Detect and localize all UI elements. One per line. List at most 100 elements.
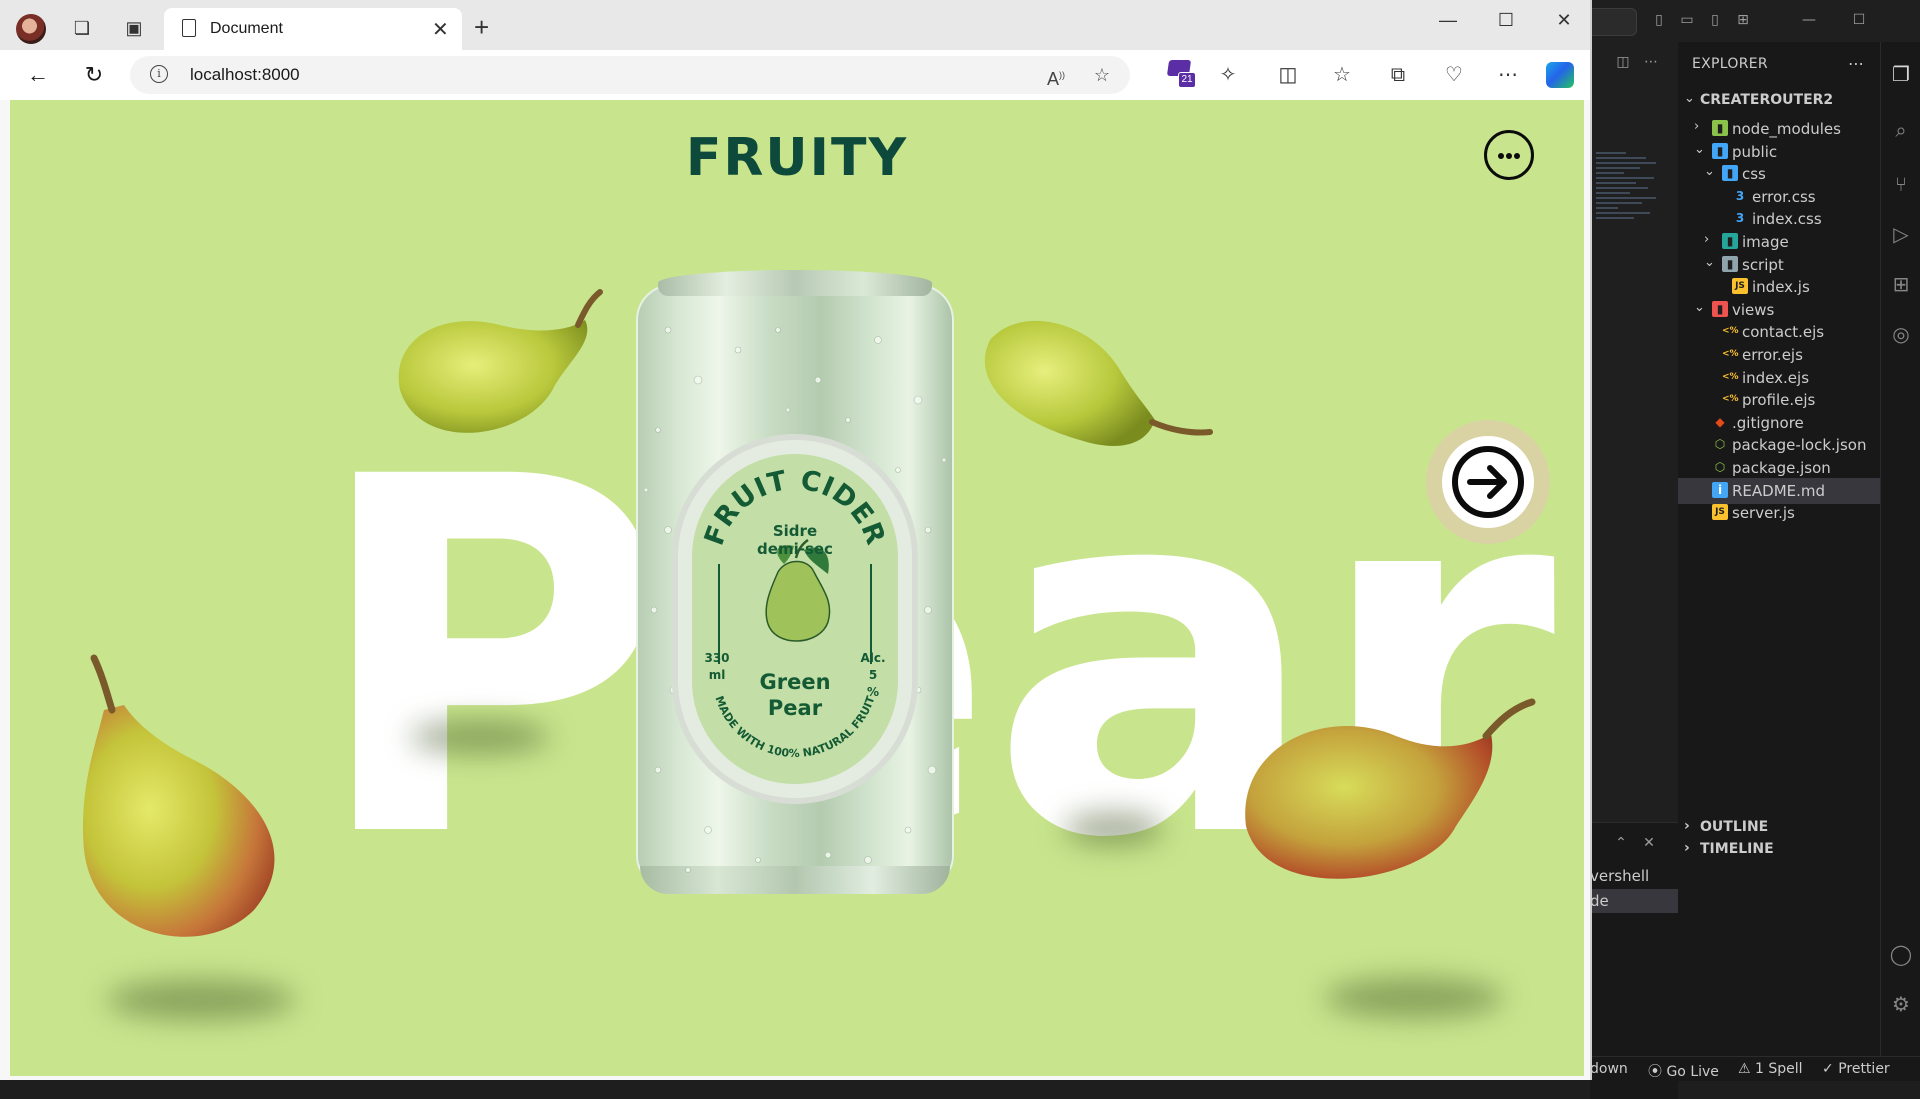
tree-item-label: index.ejs bbox=[1742, 368, 1810, 387]
minimize-icon[interactable]: — bbox=[1800, 12, 1818, 28]
label-rule-left bbox=[718, 564, 720, 664]
settings-more-icon[interactable]: ⋯ bbox=[1494, 62, 1522, 88]
pear-shadow bbox=[106, 980, 296, 1020]
can-label-inner: FRUIT CIDER MADE WITH 100% NATURAL FRUIT bbox=[692, 454, 898, 784]
settings-gear-icon[interactable]: ⚙ bbox=[1889, 992, 1913, 1016]
pear-shadow bbox=[410, 720, 550, 754]
status-bar: down ⦿ Go Live ⚠ 1 Spell ✓ Prettier bbox=[1590, 1056, 1920, 1081]
minimize-icon[interactable]: — bbox=[1436, 10, 1460, 31]
panel-maximize-icon[interactable]: ⌃ bbox=[1612, 835, 1630, 851]
next-button-halo bbox=[1426, 420, 1550, 544]
pear-shadow bbox=[1324, 978, 1504, 1018]
panel-close-icon[interactable]: ✕ bbox=[1640, 835, 1658, 851]
status-spell[interactable]: ⚠ 1 Spell bbox=[1738, 1061, 1803, 1077]
browser-essentials-icon[interactable]: ♡ bbox=[1440, 62, 1468, 88]
chevron-down-icon: ⌄ bbox=[1694, 299, 1705, 315]
can-label: FRUIT CIDER MADE WITH 100% NATURAL FRUIT bbox=[678, 440, 912, 798]
label-arc-text: FRUIT CIDER MADE WITH 100% NATURAL FRUIT bbox=[699, 465, 890, 760]
project-name: CREATEROUTER2 bbox=[1700, 92, 1834, 108]
project-root[interactable]: ⌄ CREATEROUTER2 bbox=[1678, 88, 1880, 114]
toggle-panel-icon[interactable]: ▭ bbox=[1678, 12, 1696, 28]
git-file-icon: ◆ bbox=[1715, 414, 1725, 429]
pear-image-top-right bbox=[984, 320, 1213, 446]
menu-dot bbox=[1514, 153, 1520, 159]
status-golive[interactable]: ⦿ Go Live bbox=[1648, 1061, 1719, 1081]
status-prettier[interactable]: ✓ Prettier bbox=[1822, 1061, 1890, 1077]
chevron-down-icon: ⌄ bbox=[1684, 91, 1695, 106]
js-file-icon: JS bbox=[1712, 504, 1728, 521]
folder-node-icon: ▮ bbox=[1712, 120, 1728, 136]
menu-button[interactable] bbox=[1484, 130, 1534, 180]
ejs-file-icon: <% bbox=[1722, 394, 1739, 405]
tree-item-label: package.json bbox=[1732, 459, 1831, 477]
next-button[interactable] bbox=[1442, 436, 1534, 528]
minimap[interactable] bbox=[1596, 152, 1666, 262]
maximize-icon[interactable]: ☐ bbox=[1494, 10, 1518, 31]
status-markdown[interactable]: down bbox=[1590, 1061, 1628, 1077]
refresh-icon[interactable]: ↻ bbox=[80, 62, 108, 88]
tree-item[interactable]: JS server.js bbox=[1678, 500, 1880, 526]
info-file-icon: i bbox=[1712, 481, 1728, 498]
badge-count: 21 bbox=[1178, 72, 1196, 88]
menu-dot bbox=[1506, 153, 1512, 159]
explorer-sidebar: EXPLORER ⋯ ⌄ CREATEROUTER2 › ▮ node_module… bbox=[1678, 42, 1880, 1056]
split-editor-icon[interactable]: ◫ bbox=[1614, 54, 1632, 70]
outline-section[interactable]: › OUTLINE bbox=[1678, 816, 1880, 838]
editor-area[interactable]: ◫ ⋯ ⌃ ✕ vershell de bbox=[1590, 42, 1679, 1099]
tab-document[interactable]: Document ✕ bbox=[164, 8, 462, 50]
arrow-right-icon bbox=[1467, 465, 1507, 499]
remote-explorer-icon[interactable]: ◎ bbox=[1889, 322, 1913, 346]
customize-layout-icon[interactable]: ⊞ bbox=[1734, 12, 1752, 28]
brand-logo[interactable]: FRUITY bbox=[10, 128, 1584, 188]
tree-item-label: contact.ejs bbox=[1742, 323, 1825, 342]
split-screen-icon[interactable]: ◫ bbox=[1274, 62, 1302, 88]
url-text[interactable]: localhost:8000 bbox=[190, 65, 300, 85]
explorer-more-icon[interactable]: ⋯ bbox=[1848, 54, 1864, 73]
page-icon bbox=[182, 19, 196, 37]
tree-item-label: .gitignore bbox=[1732, 413, 1804, 432]
folder-views-icon: ▮ bbox=[1712, 300, 1728, 317]
extension-badge-icon[interactable]: 21 bbox=[1166, 58, 1196, 88]
vscode-window: ▯ ▭ ▯ ⊞ — ☐ ◫ ⋯ ⌃ ✕ vershell de EXPLORER… bbox=[1590, 0, 1920, 1099]
tab-actions-icon[interactable]: ▣ bbox=[122, 16, 146, 40]
extensions-icon[interactable]: ⊞ bbox=[1889, 272, 1913, 296]
folder-script-icon: ▮ bbox=[1722, 255, 1738, 272]
tab-close-icon[interactable]: ✕ bbox=[432, 17, 449, 42]
pear-image-top-left bbox=[398, 289, 603, 433]
tree-item-label: profile.ejs bbox=[1742, 391, 1816, 410]
account-icon[interactable]: ◯ bbox=[1889, 942, 1913, 966]
new-tab-button[interactable]: + bbox=[474, 14, 489, 40]
collections-icon[interactable]: ⧉ bbox=[1384, 62, 1412, 88]
maximize-icon[interactable]: ☐ bbox=[1850, 12, 1868, 28]
read-aloud-icon[interactable]: A)) bbox=[1044, 64, 1068, 89]
source-control-icon[interactable]: ⑂ bbox=[1889, 172, 1913, 196]
terminal-tab-powershell[interactable]: vershell bbox=[1590, 867, 1649, 885]
back-arrow-icon[interactable]: ← bbox=[24, 62, 52, 88]
profile-avatar[interactable] bbox=[16, 14, 46, 44]
extensions-puzzle-icon[interactable]: ✧ bbox=[1214, 62, 1242, 88]
explorer-icon[interactable]: ❐ bbox=[1889, 62, 1913, 86]
copilot-icon[interactable] bbox=[1546, 62, 1574, 88]
toggle-primary-sidebar-icon[interactable]: ▯ bbox=[1650, 12, 1668, 28]
tree-item-label: error.css bbox=[1752, 187, 1816, 206]
tree-item-label: server.js bbox=[1732, 504, 1795, 523]
tree-item-label: public bbox=[1732, 142, 1778, 161]
timeline-section[interactable]: › TIMELINE bbox=[1678, 838, 1880, 860]
address-bar[interactable]: i localhost:8000 A)) ☆ bbox=[130, 56, 1130, 94]
close-window-icon[interactable]: ✕ bbox=[1552, 10, 1576, 31]
warning-icon: ⚠ bbox=[1738, 1061, 1756, 1077]
pear-image-bottom-left bbox=[83, 654, 275, 937]
node-file-icon: ⬡ bbox=[1714, 460, 1726, 474]
chevron-down-icon: ⌄ bbox=[1704, 164, 1715, 180]
search-icon[interactable]: ⌕ bbox=[1889, 118, 1913, 142]
more-actions-icon[interactable]: ⋯ bbox=[1642, 54, 1660, 70]
terminal-tab-node[interactable]: de bbox=[1590, 889, 1678, 913]
favorites-icon[interactable]: ☆ bbox=[1328, 62, 1356, 88]
workspaces-icon[interactable]: ❏ bbox=[70, 16, 94, 40]
explorer-header: EXPLORER ⋯ bbox=[1678, 54, 1880, 78]
favorite-star-icon[interactable]: ☆ bbox=[1090, 64, 1114, 86]
command-center[interactable] bbox=[1590, 8, 1637, 36]
site-info-icon[interactable]: i bbox=[150, 65, 168, 83]
toggle-secondary-sidebar-icon[interactable]: ▯ bbox=[1706, 12, 1724, 28]
run-debug-icon[interactable]: ▷ bbox=[1889, 222, 1913, 246]
